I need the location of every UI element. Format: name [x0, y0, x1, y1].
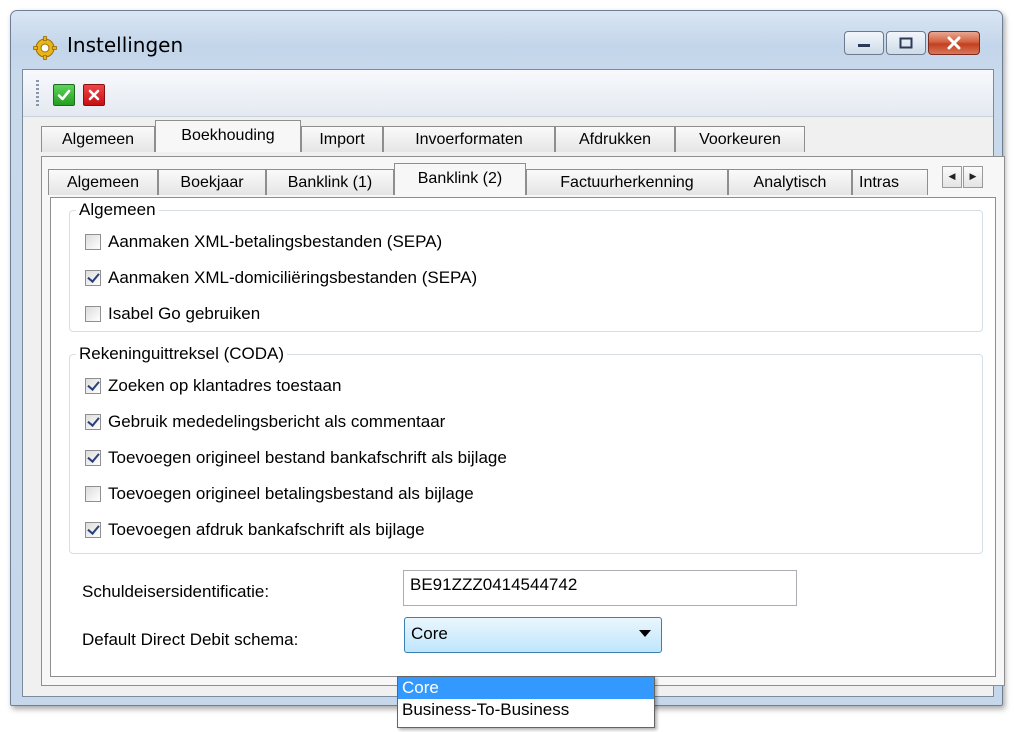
checkbox-xml-domicilieringsbestanden[interactable] — [85, 270, 101, 286]
checkbox-label: Zoeken op klantadres toestaan — [108, 376, 342, 395]
checkbox-label: Toevoegen origineel betalingsbestand als… — [108, 484, 474, 503]
x-icon — [88, 89, 100, 101]
ok-button[interactable] — [53, 84, 75, 106]
tab-algemeen[interactable]: Algemeen — [41, 126, 155, 152]
checkbox-mededelingsbericht[interactable] — [85, 414, 101, 430]
chevron-down-icon[interactable] — [639, 630, 651, 637]
subtab-intras[interactable]: Intras — [852, 169, 928, 195]
checkbox-row[interactable]: Zoeken op klantadres toestaan — [85, 374, 341, 398]
subtab-factuurherkenning[interactable]: Factuurherkenning — [526, 169, 728, 195]
maximize-button[interactable] — [886, 31, 926, 55]
checkbox-label: Gebruik mededelingsbericht als commentaa… — [108, 412, 446, 431]
checkbox-row[interactable]: Isabel Go gebruiken — [85, 302, 260, 326]
option-business-to-business[interactable]: Business-To-Business — [398, 699, 654, 721]
group-algemeen: Algemeen Aanmaken XML-betalingsbestanden… — [69, 200, 983, 332]
close-icon — [947, 36, 961, 50]
checkbox-isabel-go[interactable] — [85, 306, 101, 322]
subtab-analytisch[interactable]: Analytisch — [728, 169, 852, 195]
direct-debit-select[interactable]: Core — [404, 617, 662, 653]
tab-afdrukken[interactable]: Afdrukken — [555, 126, 675, 152]
checkbox-label: Isabel Go gebruiken — [108, 304, 261, 323]
creditor-id-label: Schuldeisersidentificatie: — [82, 582, 270, 601]
group-coda: Rekeninguittreksel (CODA) Zoeken op klan… — [69, 344, 983, 554]
tab-scroll-left-button[interactable]: ◀ — [942, 166, 962, 188]
checkbox-afdruk-bankafschrift[interactable] — [85, 522, 101, 538]
maximize-icon — [899, 37, 913, 49]
subtab-banklink-1[interactable]: Banklink (1) — [266, 169, 394, 195]
group-coda-legend: Rekeninguittreksel (CODA) — [79, 344, 285, 363]
group-algemeen-legend: Algemeen — [79, 200, 156, 219]
tab-invoerformaten[interactable]: Invoerformaten — [383, 126, 555, 152]
checkbox-label: Aanmaken XML-betalingsbestanden (SEPA) — [108, 232, 443, 251]
toolbar-grip[interactable] — [36, 80, 39, 106]
close-button[interactable] — [928, 31, 980, 55]
checkbox-row[interactable]: Aanmaken XML-domiciliëringsbestanden (SE… — [85, 266, 477, 290]
creditor-id-input[interactable]: BE91ZZZ0414544742 — [403, 570, 797, 606]
tab-boekhouding[interactable]: Boekhouding — [155, 120, 301, 152]
option-core[interactable]: Core — [398, 677, 654, 699]
cancel-button[interactable] — [83, 84, 105, 106]
checkbox-row[interactable]: Gebruik mededelingsbericht als commentaa… — [85, 410, 445, 434]
window-client-area: Algemeen Boekhouding Import Invoerformat… — [22, 69, 1005, 697]
checkbox-row[interactable]: Toevoegen origineel betalingsbestand als… — [85, 482, 474, 506]
gear-icon — [33, 36, 57, 60]
tab-scroll-right-button[interactable]: ▶ — [963, 166, 983, 188]
banklink-2-panel: Algemeen Aanmaken XML-betalingsbestanden… — [50, 197, 996, 677]
settings-window: Instellingen Algemeen Boekhouding Import… — [10, 10, 1005, 706]
toolbar — [23, 70, 993, 117]
checkbox-row[interactable]: Aanmaken XML-betalingsbestanden (SEPA) — [85, 230, 442, 254]
checkbox-label: Toevoegen afdruk bankafschrift als bijla… — [108, 520, 425, 539]
checkbox-label: Aanmaken XML-domiciliëringsbestanden (SE… — [108, 268, 478, 287]
window-title: Instellingen — [67, 33, 184, 57]
minimize-icon — [858, 44, 870, 47]
checkmark-icon — [57, 89, 71, 101]
tab-voorkeuren[interactable]: Voorkeuren — [675, 126, 805, 152]
boekhouding-panel: Algemeen Boekjaar Banklink (1) Banklink … — [41, 156, 1005, 686]
tab-import[interactable]: Import — [301, 126, 383, 152]
checkbox-row[interactable]: Toevoegen afdruk bankafschrift als bijla… — [85, 518, 425, 542]
checkbox-xml-betalingsbestanden[interactable] — [85, 234, 101, 250]
checkbox-row[interactable]: Toevoegen origineel bestand bankafschrif… — [85, 446, 507, 470]
direct-debit-selected-value: Core — [411, 624, 448, 643]
subtab-banklink-2[interactable]: Banklink (2) — [394, 163, 526, 195]
direct-debit-options-list: Core Business-To-Business — [397, 676, 655, 728]
subtab-boekjaar[interactable]: Boekjaar — [158, 169, 266, 195]
direct-debit-label: Default Direct Debit schema: — [82, 630, 299, 649]
minimize-button[interactable] — [844, 31, 884, 55]
subtab-algemeen[interactable]: Algemeen — [48, 169, 158, 195]
checkbox-origineel-bankafschrift[interactable] — [85, 450, 101, 466]
checkbox-origineel-betalingsbestand[interactable] — [85, 486, 101, 502]
checkbox-label: Toevoegen origineel bestand bankafschrif… — [108, 448, 507, 467]
checkbox-zoeken-klantadres[interactable] — [85, 378, 101, 394]
tab-scroll-arrows: ◀ ▶ — [942, 166, 983, 188]
title-bar[interactable]: Instellingen — [11, 11, 1002, 60]
